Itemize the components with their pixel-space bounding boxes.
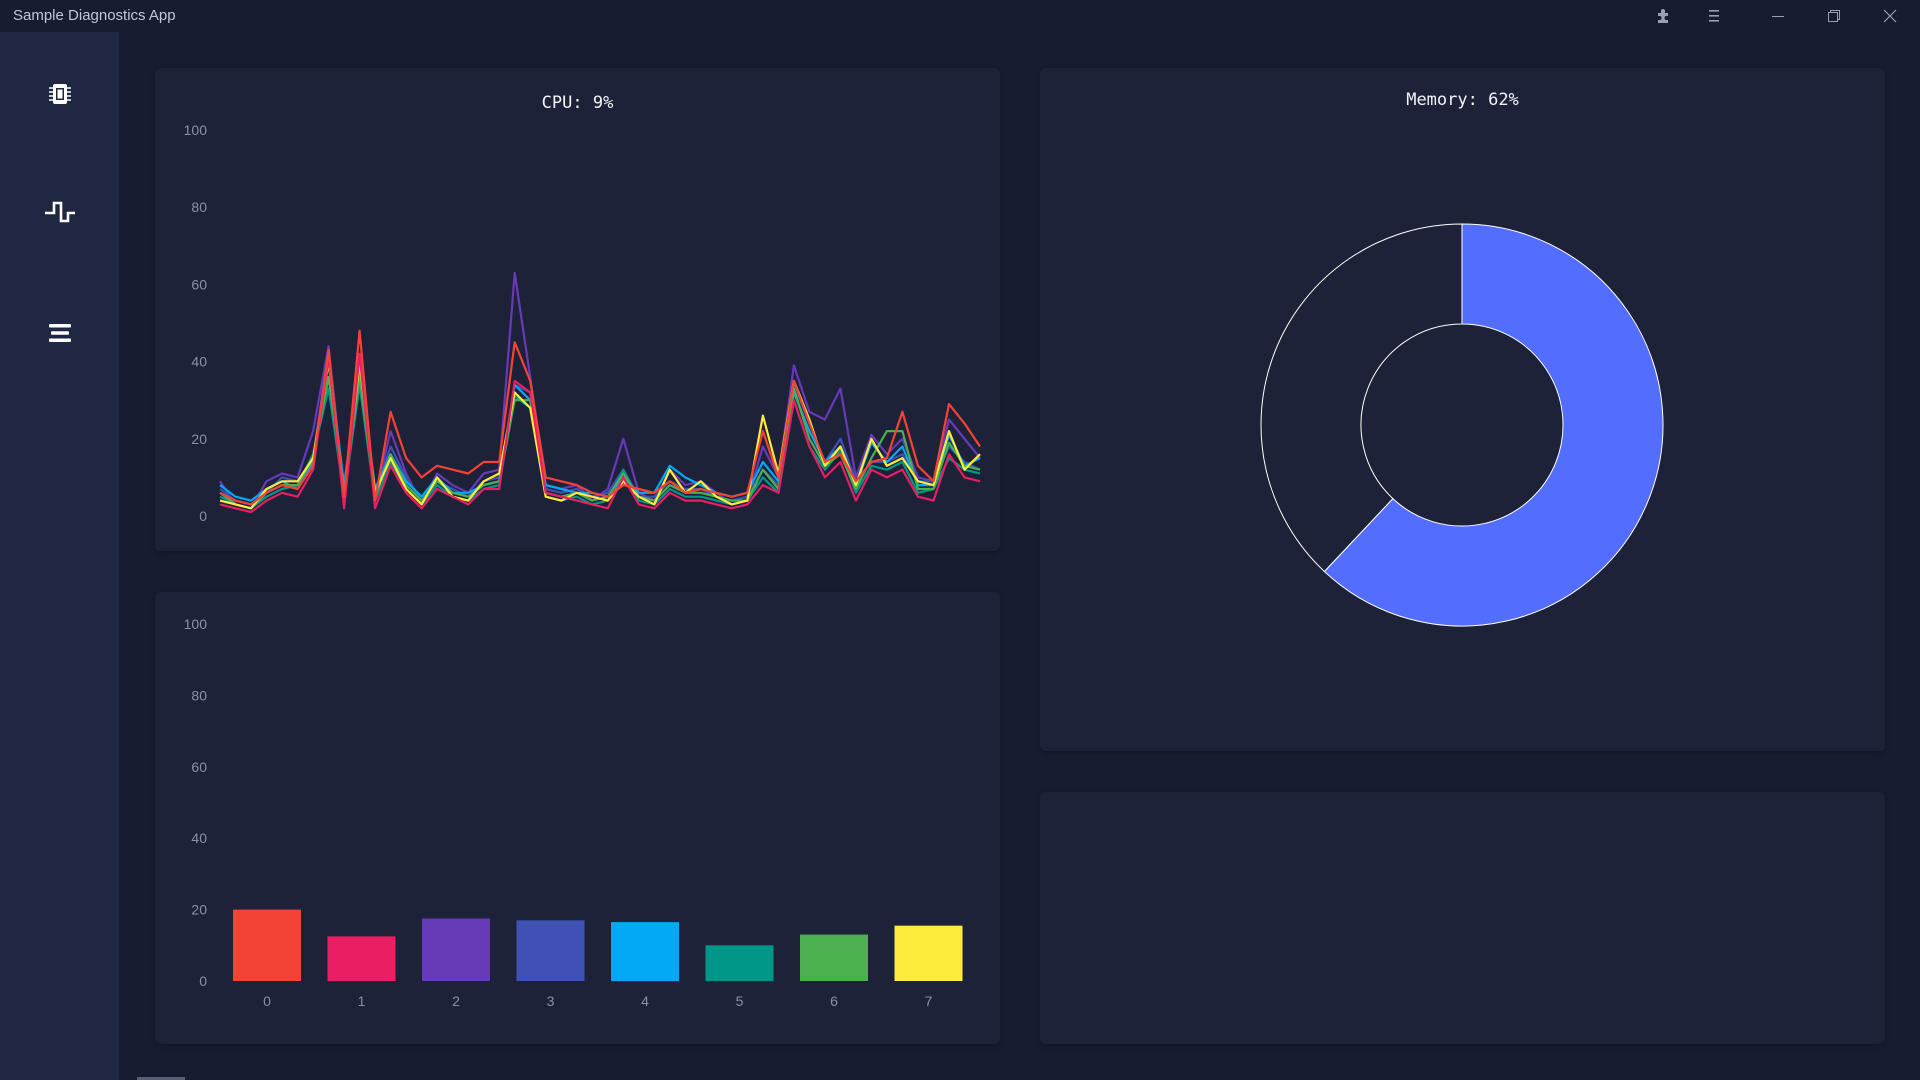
minimize-icon[interactable]	[1755, 0, 1801, 32]
y-tick-label: 60	[191, 276, 207, 292]
y-tick-label: 100	[184, 122, 208, 138]
x-tick-label: 6	[830, 993, 838, 1009]
y-tick-label: 0	[199, 973, 207, 989]
x-tick-label: 5	[736, 993, 744, 1009]
cpu-series-line-5	[219, 360, 981, 510]
y-tick-label: 40	[191, 354, 207, 370]
x-tick-label: 4	[641, 993, 649, 1009]
core-bar-chart: 100 80 60 40 20 0 0 1 2 3 4 5 6 7	[184, 616, 963, 1009]
core-bar-1	[327, 936, 396, 981]
y-tick-label: 100	[184, 616, 208, 632]
y-tick-label: 20	[191, 902, 207, 918]
core-bar-2	[422, 918, 490, 981]
y-tick-label: 60	[191, 759, 207, 775]
hamburger-icon	[49, 324, 71, 342]
sidebar-item-activity[interactable]	[34, 187, 86, 239]
memory-chart-card: Memory: 62%	[1040, 68, 1885, 751]
y-tick-label: 80	[191, 199, 207, 215]
cpu-chart-card: CPU: 9% 100 80 60 40 20 0	[155, 68, 1000, 551]
x-tick-label: 7	[925, 993, 933, 1009]
x-tick-label: 2	[452, 993, 460, 1009]
core-bar-4	[611, 922, 679, 981]
close-icon[interactable]	[1867, 0, 1913, 32]
x-tick-label: 3	[547, 993, 555, 1009]
core-bar-7	[894, 925, 963, 981]
y-tick-label: 0	[199, 508, 207, 524]
chip-icon	[49, 84, 71, 104]
sidebar-item-cpu[interactable]	[34, 68, 86, 120]
memory-free-slice	[1260, 223, 1463, 573]
memory-doughnut-chart	[1260, 223, 1664, 627]
app-title: Sample Diagnostics App	[13, 7, 176, 24]
core-bar-3	[516, 920, 585, 981]
menu-icon[interactable]	[1700, 0, 1728, 32]
y-tick-label: 20	[191, 431, 207, 447]
sidebar	[0, 32, 119, 1080]
core-bar-6	[800, 934, 868, 981]
y-tick-label: 40	[191, 830, 207, 846]
core-bar-0	[233, 909, 301, 981]
pulse-icon	[45, 201, 75, 223]
sidebar-item-menu[interactable]	[34, 307, 86, 359]
x-tick-label: 1	[358, 993, 366, 1009]
y-tick-label: 80	[191, 687, 207, 703]
x-tick-label: 0	[263, 993, 271, 1009]
empty-panel-card	[1040, 792, 1885, 1044]
restore-icon[interactable]	[1811, 0, 1857, 32]
title-bar: Sample Diagnostics App	[0, 0, 1920, 32]
core-bar-chart-card: 100 80 60 40 20 0 0 1 2 3 4 5 6 7	[155, 592, 1000, 1044]
core-bar-5	[705, 945, 774, 981]
puzzle-icon[interactable]	[1650, 0, 1678, 32]
cpu-line-chart: 100 80 60 40 20 0	[184, 122, 981, 524]
